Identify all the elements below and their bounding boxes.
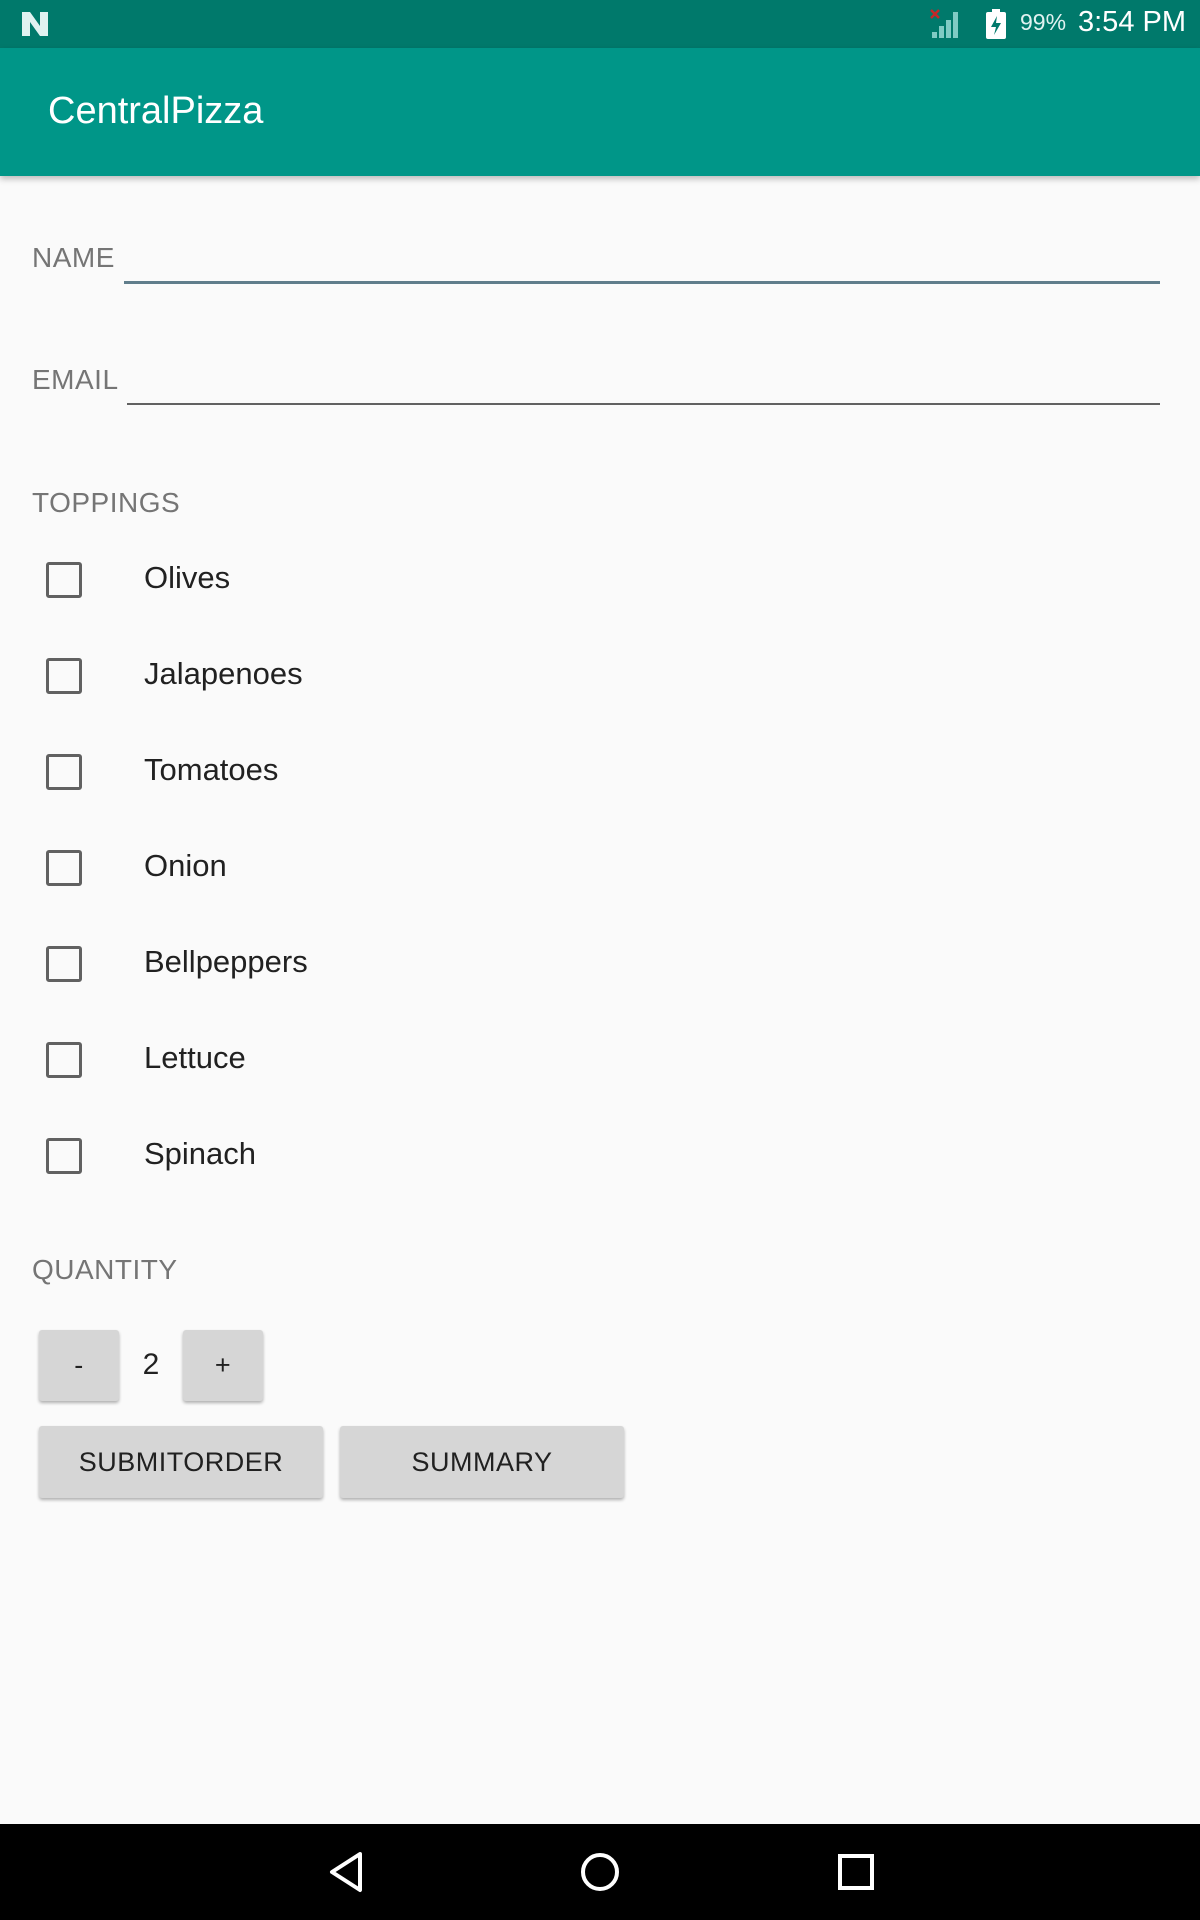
checkbox-lettuce[interactable] <box>46 1042 82 1078</box>
checkbox-onion[interactable] <box>46 850 82 886</box>
recents-icon[interactable] <box>836 1852 876 1892</box>
name-field[interactable] <box>128 232 1158 280</box>
app-title: CentralPizza <box>48 90 264 132</box>
checkbox-bellpeppers[interactable] <box>46 946 82 982</box>
battery-percent: 99% <box>1020 9 1067 35</box>
notification-n-icon <box>22 12 48 36</box>
summary-button[interactable]: SUMMARY <box>340 1426 624 1498</box>
submit-order-button[interactable]: SUBMITORDER <box>39 1426 323 1498</box>
quantity-label: QUANTITY <box>32 1254 178 1285</box>
status-clock: 3:54 PM <box>1078 6 1186 38</box>
topping-label: Olives <box>144 560 231 595</box>
quantity-value: 2 <box>142 1348 160 1381</box>
signal-no-service-icon <box>930 9 958 38</box>
battery-charging-icon <box>986 9 1006 39</box>
email-label: EMAIL <box>32 364 119 395</box>
topping-label: Spinach <box>144 1136 257 1171</box>
topping-onion[interactable]: Onion <box>0 822 1200 918</box>
toppings-label: TOPPINGS <box>32 487 181 518</box>
topping-label: Jalapenoes <box>144 656 303 691</box>
navigation-bar <box>0 1824 1200 1920</box>
topping-olives[interactable]: Olives <box>0 534 1200 630</box>
checkbox-spinach[interactable] <box>46 1138 82 1174</box>
name-label: NAME <box>32 242 115 273</box>
topping-label: Bellpeppers <box>144 944 308 979</box>
back-icon[interactable] <box>326 1850 366 1894</box>
checkbox-tomatoes[interactable] <box>46 754 82 790</box>
home-icon[interactable] <box>578 1850 622 1894</box>
increment-button[interactable]: + <box>183 1330 263 1401</box>
email-field-underline <box>127 403 1160 405</box>
name-field-underline <box>124 281 1160 284</box>
screen: 99% 3:54 PM CentralPizza NAME EMAIL TOPP… <box>0 0 1200 1920</box>
topping-label: Onion <box>144 848 227 883</box>
topping-tomatoes[interactable]: Tomatoes <box>0 726 1200 822</box>
topping-lettuce[interactable]: Lettuce <box>0 1014 1200 1110</box>
status-bar: 99% 3:54 PM <box>0 0 1200 48</box>
topping-label: Tomatoes <box>144 752 279 787</box>
checkbox-olives[interactable] <box>46 562 82 598</box>
decrement-button[interactable]: - <box>39 1330 119 1401</box>
topping-spinach[interactable]: Spinach <box>0 1110 1200 1206</box>
topping-label: Lettuce <box>144 1040 246 1075</box>
topping-bellpeppers[interactable]: Bellpeppers <box>0 918 1200 1014</box>
checkbox-jalapenoes[interactable] <box>46 658 82 694</box>
topping-jalapenoes[interactable]: Jalapenoes <box>0 630 1200 726</box>
email-field[interactable] <box>130 354 1160 402</box>
app-bar: CentralPizza <box>0 48 1200 176</box>
